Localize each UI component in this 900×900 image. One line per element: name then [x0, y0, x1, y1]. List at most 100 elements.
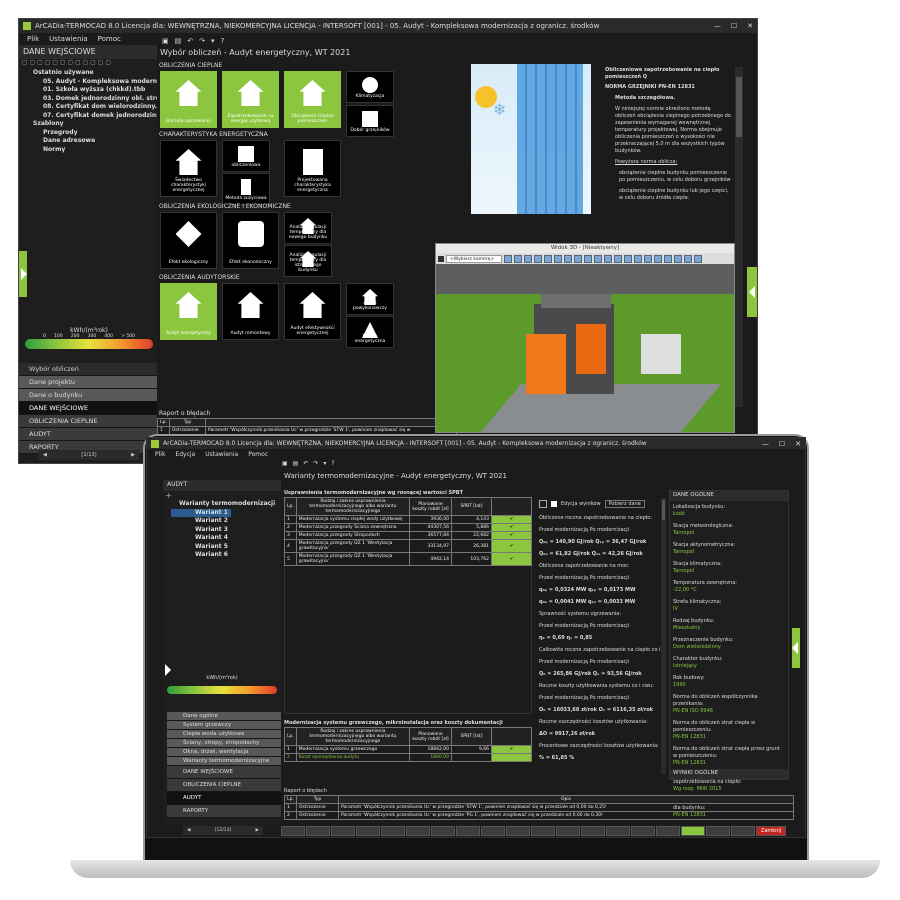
save-icon[interactable]: ▣ — [282, 460, 288, 467]
nav-button[interactable]: Ściany, stropy, stropodachy — [167, 739, 281, 748]
menu-settings[interactable]: Ustawienia — [49, 35, 87, 43]
toolbar-button[interactable] — [356, 826, 380, 836]
minimize-icon[interactable]: — — [762, 440, 769, 448]
table-row[interactable]: 2 Koszt sporządzenia audytu 1840,00 — [284, 753, 532, 762]
maximize-icon[interactable]: ☐ — [731, 22, 737, 30]
tree-item[interactable]: Normy — [23, 146, 157, 155]
help-icon[interactable]: ? — [331, 460, 334, 467]
tile-calc-method[interactable]: Metoda obliczeniowa — [222, 140, 270, 172]
nav-button[interactable]: Warianty termomodernizacyjne — [167, 757, 281, 766]
tree-item[interactable]: Dane adresowe — [23, 137, 157, 146]
collapse-right-tab[interactable] — [792, 628, 800, 668]
table-row[interactable]: 2 Modernizacja przegrody Ściana zewnętrzn… — [284, 523, 532, 532]
table-row[interactable]: 5 Modernizacja przegrody DZ 1 'Wentylacja… — [284, 552, 532, 566]
variant-item[interactable]: Wariant 4 — [171, 534, 281, 543]
save-icon[interactable]: ▣ — [162, 37, 169, 45]
help-icon[interactable]: ? — [221, 37, 225, 45]
nav-audit[interactable]: AUDYT — [19, 428, 157, 441]
info-scrollbar[interactable] — [735, 67, 743, 407]
fetch-data-button[interactable]: Pobierz dane — [604, 500, 645, 508]
view3d-tool-icon[interactable] — [504, 254, 512, 263]
variants-root[interactable]: Warianty termomodernizacji — [171, 500, 281, 509]
tile-energy-audit[interactable]: Audyt energetyczny — [160, 283, 217, 340]
nav-button[interactable]: Ciepła woda użytkowa — [167, 730, 281, 739]
nav-button[interactable]: System grzewczy — [167, 721, 281, 730]
export-icon[interactable] — [539, 500, 547, 508]
tile-renovation-audit[interactable]: Audyt remontowy — [222, 283, 279, 340]
minimize-icon[interactable]: — — [714, 22, 721, 30]
toolbar-button[interactable] — [656, 826, 680, 836]
row-checkbox[interactable] — [491, 753, 532, 762]
row-checkbox[interactable]: ✔ — [491, 523, 532, 532]
variant-item[interactable]: Wariant 2 — [171, 517, 281, 526]
tile-post-audit[interactable]: Audyt powykonawczy — [346, 283, 394, 315]
view3d-tool-icon[interactable] — [664, 254, 672, 263]
next-page-icon[interactable]: ▶ — [256, 828, 259, 833]
view3d-canvas[interactable] — [436, 264, 734, 432]
table-row[interactable]: 3 Modernizacja przegrody Stropodach 36577,… — [284, 531, 532, 540]
nav-button[interactable]: RAPORTY — [167, 805, 281, 818]
camera-select[interactable]: <Wybierz kamerę> — [446, 254, 502, 263]
prev-page-icon[interactable]: ◀ — [43, 452, 47, 458]
view3d-tool-icon[interactable] — [604, 254, 612, 263]
view3d-tool-icon[interactable] — [614, 254, 622, 263]
report-row[interactable]: 2 Ostrzeżenie Parametr 'Współczynnik przen… — [284, 811, 794, 820]
toolbar-button[interactable] — [531, 826, 555, 836]
filter-icon[interactable]: ▾ — [211, 37, 215, 45]
redo-icon[interactable]: ↷ — [199, 37, 205, 45]
nav-input-data[interactable]: DANE WEJŚCIOWE — [19, 402, 157, 415]
variant-item[interactable]: Wariant 1 — [171, 508, 231, 517]
table-row[interactable]: 1 Modernizacja systemu grzewczego 18842,00… — [284, 745, 532, 754]
tile-air-conditioning[interactable]: Klimatyzacja — [346, 71, 394, 103]
toolbar-button[interactable] — [456, 826, 480, 836]
view3d-tool-icon[interactable] — [584, 254, 592, 263]
variant-item[interactable]: Wariant 3 — [171, 526, 281, 535]
nav-button[interactable]: AUDYT — [167, 792, 281, 805]
redo-icon[interactable]: ↷ — [313, 460, 318, 467]
prev-page-icon[interactable]: ◀ — [187, 828, 190, 833]
toolbar-button[interactable] — [631, 826, 655, 836]
table-row[interactable]: 4 Modernizacja przegrody DZ 1 'Wentylacja… — [284, 539, 532, 553]
filter-icon[interactable]: ▾ — [323, 460, 326, 467]
tile-energy-rating[interactable]: Ocena energetyczna — [346, 316, 394, 348]
close-icon[interactable]: ✕ — [747, 22, 753, 30]
nav-button[interactable]: OBLICZENIA CIEPLNE — [167, 779, 281, 792]
toolbar-button[interactable] — [306, 826, 330, 836]
undo-icon[interactable]: ↶ — [187, 37, 193, 45]
add-icon[interactable]: + — [163, 491, 281, 500]
tile-projected-char[interactable]: Projektowana charakterystyka energetyczn… — [284, 140, 341, 197]
print-icon[interactable]: ▤ — [293, 460, 299, 467]
view3d-tool-icon[interactable] — [624, 254, 632, 263]
next-page-icon[interactable]: ▶ — [131, 452, 135, 458]
collapse-right-tab[interactable] — [747, 267, 757, 317]
tile-heating-calc[interactable]: Bariadu ogrzewania — [160, 71, 217, 128]
view3d-tool-icon[interactable] — [674, 254, 682, 263]
toolbar-button[interactable] — [481, 826, 505, 836]
nav-calc-selection[interactable]: Wybór obliczeń — [19, 363, 157, 376]
toolbar-button[interactable] — [681, 826, 705, 836]
view3d-tool-icon[interactable] — [514, 254, 522, 263]
toolbar-button[interactable] — [281, 826, 305, 836]
view3d-tool-icon[interactable] — [524, 254, 532, 263]
nav-button[interactable]: DANE WEJŚCIOWE — [167, 766, 281, 779]
view3d-tool-icon[interactable] — [564, 254, 572, 263]
view3d-tool-icon[interactable] — [544, 254, 552, 263]
maximize-icon[interactable]: ☐ — [779, 440, 785, 448]
toolbar-button[interactable] — [506, 826, 530, 836]
row-checkbox[interactable]: ✔ — [491, 552, 532, 566]
toolbar-button[interactable] — [331, 826, 355, 836]
tile-usage-method[interactable]: Metoda zużyciowa — [222, 173, 270, 205]
edit-results-checkbox[interactable] — [551, 501, 557, 507]
menu-file[interactable]: Plik — [155, 451, 165, 458]
close-button[interactable]: Zamknij — [756, 826, 786, 836]
tile-temp-new-building[interactable]: Analiza regulacji temperatury dla nowego… — [284, 212, 332, 244]
undo-icon[interactable]: ↶ — [303, 460, 308, 467]
row-checkbox[interactable]: ✔ — [491, 539, 532, 553]
view3d-tool-icon[interactable] — [574, 254, 582, 263]
tree-item[interactable]: Szablony — [23, 120, 157, 129]
view3d-tool-icon[interactable] — [594, 254, 602, 263]
menu-help[interactable]: Pomoc — [248, 451, 268, 458]
menu-settings[interactable]: Ustawienia — [205, 451, 238, 458]
tile-heat-load[interactable]: Obciążenie cieplne pomieszczeń — [284, 71, 341, 128]
toolbar-button[interactable] — [556, 826, 580, 836]
